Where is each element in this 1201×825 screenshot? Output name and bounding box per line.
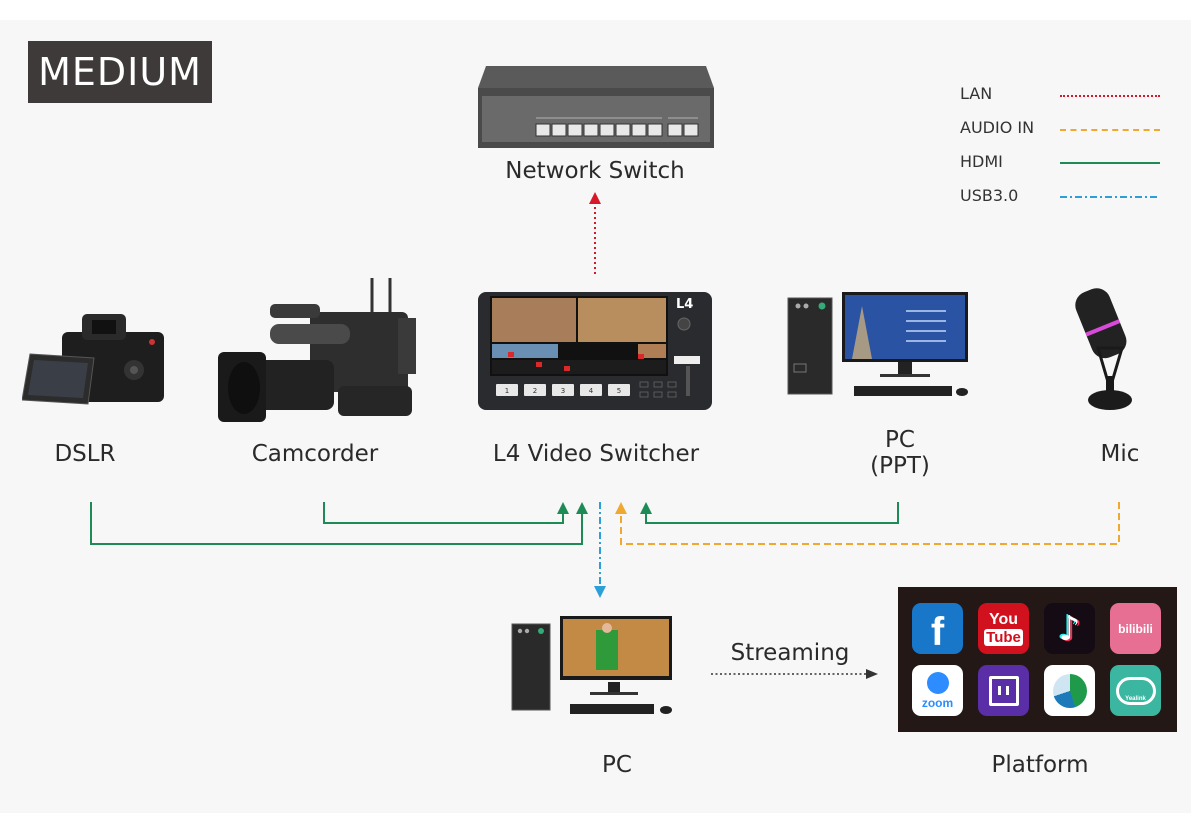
platform-label: Platform	[991, 752, 1089, 778]
audio-arrowhead-mic	[615, 502, 627, 514]
hdmi-arrowhead-camcorder	[557, 502, 569, 514]
usb-arrowhead-pc	[594, 586, 606, 598]
hdmi-line-pc-ppt	[645, 502, 899, 524]
zoom-icon: zoom	[912, 665, 963, 716]
hdmi-line-camcorder	[323, 502, 564, 524]
streaming-arrowhead	[866, 669, 878, 679]
yealink-icon: Yealink	[1110, 665, 1161, 716]
bilibili-icon: bilibili	[1110, 603, 1161, 654]
platform-grid: f You Tube ♪ bilibili zoom Yealink	[898, 587, 1177, 732]
webex-icon	[1044, 665, 1095, 716]
hdmi-arrowhead-pc-ppt	[640, 502, 652, 514]
twitch-icon	[978, 665, 1029, 716]
tiktok-icon: ♪	[1044, 603, 1095, 654]
facebook-icon: f	[912, 603, 963, 654]
hdmi-arrowhead-dslr	[576, 502, 588, 514]
lan-arrowhead	[589, 192, 601, 204]
youtube-icon: You Tube	[978, 603, 1029, 654]
